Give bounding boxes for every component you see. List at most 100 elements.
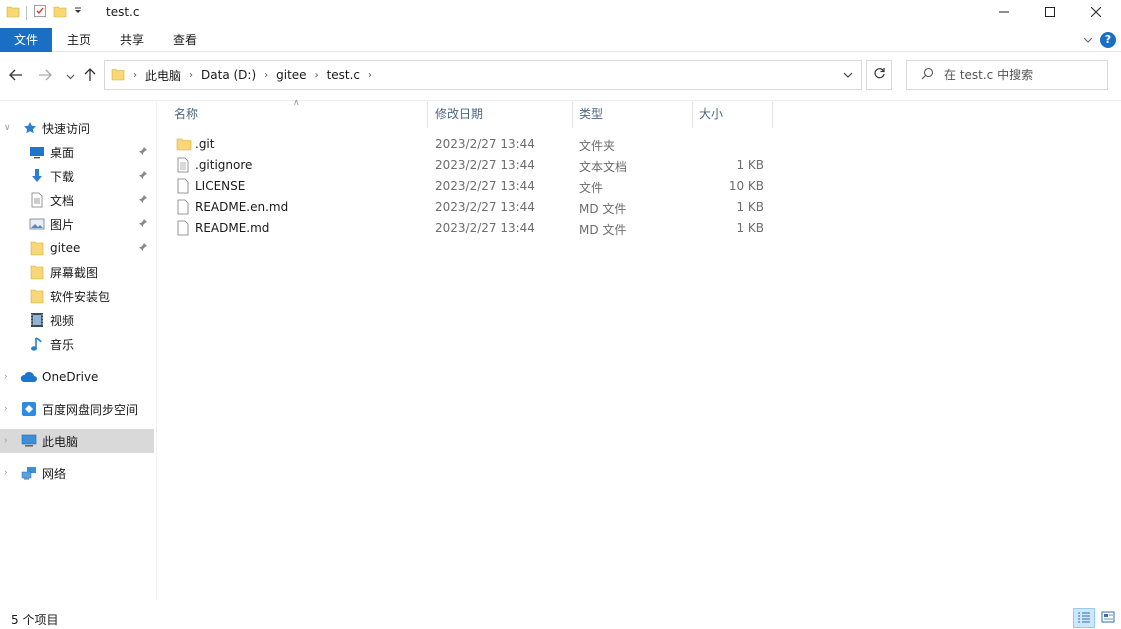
search-input[interactable] [944,68,1094,82]
file-type: MD 文件 [579,202,627,216]
star-icon [21,119,39,137]
details-view-button[interactable] [1073,608,1095,628]
file-name: README.md [195,221,270,235]
video-icon [28,311,46,329]
file-row[interactable]: .gitignore 2023/2/27 13:44 文本文档 1 KB [168,155,772,176]
file-type: 文件夹 [579,139,616,153]
sidebar-item-music[interactable]: 音乐 [0,332,154,356]
sidebar-item-desktop[interactable]: 桌面 [0,140,154,164]
sidebar-item-pictures[interactable]: 图片 [0,212,154,236]
customize-toolbar-icon[interactable] [73,6,83,19]
file-size: 1 KB [736,221,764,235]
minimize-button[interactable] [981,0,1027,26]
refresh-button[interactable] [866,60,892,90]
sidebar-item-software[interactable]: 软件安装包 [0,284,154,308]
address-bar[interactable]: › 此电脑 › Data (D:) › gitee › test.c › [104,60,862,90]
quick-access-toolbar [6,4,83,21]
up-arrow-icon [84,67,96,85]
large-icons-view-button[interactable] [1097,608,1119,628]
collapsed-chevron-icon[interactable]: › [4,372,8,382]
sidebar-item-label: 文档 [50,193,75,208]
file-type: 文件 [579,181,604,195]
file-name: .gitignore [195,158,253,172]
tab-view[interactable]: 查看 [165,28,205,52]
sidebar-item-label: 软件安装包 [50,289,111,304]
sidebar-item-documents[interactable]: 文档 [0,188,154,212]
expand-ribbon-icon[interactable] [1082,34,1094,48]
collapsed-chevron-icon[interactable]: › [4,436,8,446]
pin-icon[interactable] [138,241,148,255]
up-button[interactable] [80,66,100,86]
recent-locations-button[interactable] [60,66,80,86]
sidebar-item-quick-access[interactable]: ∨ 快速访问 [0,116,154,140]
crumb-drive[interactable]: Data (D:) [195,68,262,82]
file-row[interactable]: .git 2023/2/27 13:44 文件夹 [168,134,772,155]
chevron-right-icon[interactable]: › [187,70,195,81]
chevron-right-icon[interactable]: › [366,70,374,81]
sidebar-item-gitee[interactable]: gitee [0,236,154,260]
pane-divider[interactable] [156,100,157,600]
pin-icon[interactable] [138,169,148,183]
ribbon-tabs: 文件 主页 共享 查看 ? [0,28,1121,52]
sidebar-item-label: 视频 [50,313,75,328]
expanded-chevron-icon[interactable]: ∨ [4,123,11,133]
navigation-bar: › 此电脑 › Data (D:) › gitee › test.c › [0,56,1121,96]
pin-icon[interactable] [138,145,148,159]
sidebar-item-videos[interactable]: 视频 [0,308,154,332]
folder-icon [28,287,46,305]
forward-button[interactable] [35,66,55,86]
collapsed-chevron-icon[interactable]: › [4,468,8,478]
file-date: 2023/2/27 13:44 [435,137,535,151]
file-row[interactable]: README.en.md 2023/2/27 13:44 MD 文件 1 KB [168,197,772,218]
sidebar-item-network[interactable]: › 网络 [0,461,154,485]
sidebar-item-screenshots[interactable]: 屏幕截图 [0,260,154,284]
maximize-button[interactable] [1027,0,1073,26]
file-type: 文本文档 [579,160,628,174]
music-icon [28,335,46,353]
sidebar-item-label: 音乐 [50,337,75,352]
pin-icon[interactable] [138,217,148,231]
crumb-this-pc[interactable]: 此电脑 [139,67,187,84]
file-icon [176,220,190,239]
pin-icon[interactable] [138,193,148,207]
file-row[interactable]: README.md 2023/2/27 13:44 MD 文件 1 KB [168,218,772,239]
title-bar: test.c [0,0,1121,26]
crumb-gitee[interactable]: gitee [270,68,312,82]
details-view-icon [1077,611,1091,626]
file-row[interactable]: LICENSE 2023/2/27 13:44 文件 10 KB [168,176,772,197]
search-box[interactable] [906,60,1108,90]
column-header-type[interactable]: 类型 [573,102,693,128]
properties-icon[interactable] [33,4,47,21]
file-date: 2023/2/27 13:44 [435,200,535,214]
file-icon [176,199,190,218]
column-header-date[interactable]: 修改日期 [429,102,573,128]
large-icons-view-icon [1101,611,1115,626]
item-count: 5 个项目 [11,613,59,627]
folder-icon [176,136,192,155]
tab-file[interactable]: 文件 [0,28,52,52]
chevron-right-icon[interactable]: › [313,70,321,81]
column-header-name[interactable]: 名称 [168,102,428,128]
sidebar-item-onedrive[interactable]: › OneDrive [0,365,154,389]
tab-share[interactable]: 共享 [112,28,152,52]
sidebar-item-label: OneDrive [42,370,99,384]
collapsed-chevron-icon[interactable]: › [4,404,8,414]
file-date: 2023/2/27 13:44 [435,221,535,235]
sidebar-item-label: 下载 [50,169,75,184]
close-button[interactable] [1073,0,1119,26]
new-folder-icon[interactable] [53,4,67,21]
help-icon[interactable]: ? [1100,32,1116,48]
baidu-netdisk-icon [20,400,38,418]
sidebar-item-this-pc[interactable]: › 此电脑 [0,429,154,453]
search-icon [921,67,934,83]
tab-home[interactable]: 主页 [59,28,99,52]
file-name: LICENSE [195,179,246,193]
back-button[interactable] [6,66,26,86]
sidebar-item-label: 百度网盘同步空间 [42,402,139,417]
sidebar-item-baidu[interactable]: › 百度网盘同步空间 [0,397,154,421]
chevron-right-icon[interactable]: › [262,70,270,81]
sidebar-item-downloads[interactable]: 下载 [0,164,154,188]
crumb-test-c[interactable]: test.c [321,68,366,82]
address-history-icon[interactable] [842,69,854,83]
column-header-size[interactable]: 大小 [693,102,773,128]
